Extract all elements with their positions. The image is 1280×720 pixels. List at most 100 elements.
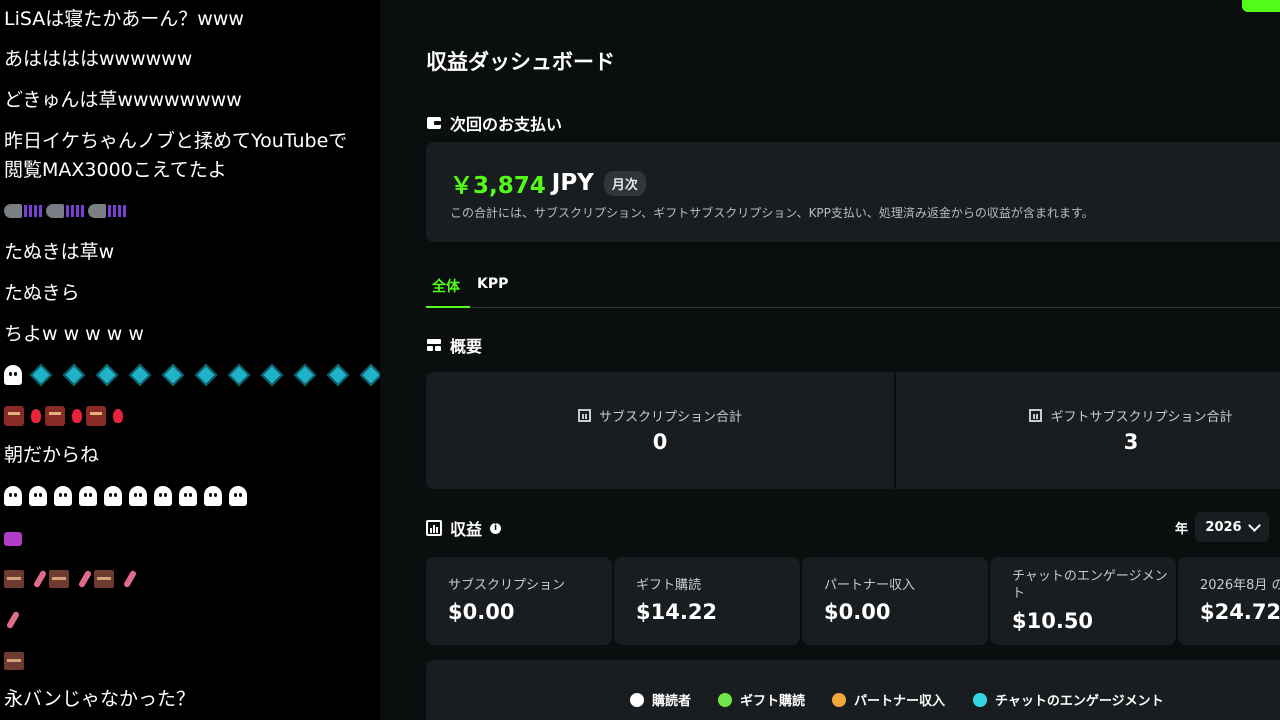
legend-item-gift[interactable]: ギフト購読 (718, 690, 805, 709)
revenue-cell-gift: ギフト購読 $14.22 (614, 557, 800, 645)
revenue-heading-label: 収益 (450, 520, 483, 539)
next-payout-heading-label: 次回のお支払い (450, 115, 563, 134)
legend-label: チャットのエンゲージメント (995, 694, 1164, 709)
bar-chart-icon (426, 520, 442, 536)
ghost-emote-icon (154, 486, 172, 506)
diamond-emote-icon (260, 363, 284, 387)
ghost-emote-icon (54, 486, 72, 506)
legend-item-partner[interactable]: パートナー収入 (832, 690, 945, 709)
chat-emote-row (4, 532, 29, 546)
ghost-emote-icon (79, 486, 97, 506)
chat-emote-row (4, 406, 127, 426)
overview-heading-label: 概要 (450, 337, 483, 356)
active-tab-indicator (426, 306, 470, 308)
diamond-emote-icon (293, 363, 317, 387)
info-icon[interactable]: i (490, 522, 502, 534)
diamond-emote-icon (227, 363, 251, 387)
face-emote-icon (4, 570, 24, 588)
ghost-emote-icon (4, 486, 22, 506)
tab-kpp[interactable]: KPP (477, 276, 508, 302)
pink-emote-icon (4, 532, 22, 546)
next-payout-heading: 次回のお支払い (426, 111, 562, 135)
year-label: 年 (1175, 522, 1189, 537)
legend-item-chat-engagement[interactable]: チャットのエンゲージメント (973, 690, 1164, 709)
chat-pane: LiSAは寝たかあーん？www あははははwwwwww どきゅんは草wwwwww… (0, 0, 380, 720)
stick-emote-icon (32, 569, 48, 589)
legend-dot (630, 692, 644, 707)
gift-subscription-total-label: ギフトサブスクリプション合計 (1050, 410, 1233, 425)
year-select-value: 2026 (1205, 519, 1242, 535)
flame-emote-icon (31, 409, 41, 423)
legend-dot (973, 692, 987, 707)
ghost-emote-icon (129, 486, 147, 506)
stick-emote-icon (5, 610, 21, 630)
chat-emote-row (4, 569, 139, 589)
ghost-emote-icon (229, 486, 247, 506)
legend-label: ギフト購読 (740, 694, 806, 709)
gift-subscription-total-value: 3 (1123, 430, 1139, 454)
diamond-emote-icon (95, 363, 119, 387)
revenue-cell-label: サブスクリプション (448, 578, 566, 593)
subscription-total-value: 0 (652, 430, 668, 454)
chat-message: 昨日イケちゃんノブと揉めてYouTubeで (4, 130, 348, 152)
chat-emote-row (4, 204, 130, 218)
face-emote-icon (49, 570, 69, 588)
chat-emote-row (4, 363, 380, 387)
chat-message: 永バンじゃなかった？ (4, 688, 195, 710)
ghost-emote-icon (104, 486, 122, 506)
revenue-cell-partner: パートナー収入 $0.00 (802, 557, 988, 645)
revenue-cell-label: ギフト購読 (636, 578, 702, 593)
legend-item-subscribers[interactable]: 購読者 (630, 690, 691, 709)
revenue-cell-label: 2026年8月 の (1200, 578, 1280, 593)
payout-currency: JPY (551, 170, 594, 196)
page-title: 収益ダッシュボード (426, 50, 615, 74)
chat-message: あははははwwwwww (4, 48, 193, 70)
ghost-emote-icon (4, 365, 22, 385)
revenue-cell-value: $24.72 (1200, 600, 1280, 624)
revenue-cell-label-cont: ト (1012, 586, 1026, 601)
diamond-emote-icon (359, 363, 380, 387)
chevron-down-icon (1247, 518, 1261, 532)
wallet-icon (426, 115, 442, 131)
diamond-emote-icon (62, 363, 86, 387)
tab-divider (426, 307, 1280, 308)
overview-heading: 概要 (426, 333, 482, 357)
chat-message: たぬきは草w (4, 241, 115, 263)
year-select[interactable]: 2026 (1195, 512, 1269, 542)
chat-message: LiSAは寝たかあーん？www (4, 8, 244, 30)
frequency-badge: 月次 (603, 170, 646, 196)
chat-emote-row (4, 610, 22, 630)
diamond-emote-icon (326, 363, 350, 387)
revenue-summary-row: サブスクリプション $0.00 ギフト購読 $14.22 パートナー収入 $0.… (426, 557, 1280, 645)
revenue-cell-value: $0.00 (824, 600, 891, 624)
diamond-emote-icon (161, 363, 185, 387)
ghost-emote-icon (179, 486, 197, 506)
chat-emote-row (4, 652, 31, 670)
cannon-emote-icon (4, 204, 22, 218)
gift-subscription-total-card: ギフトサブスクリプション合計 3 (896, 372, 1280, 489)
cannon-emote-icon (46, 204, 64, 218)
chat-message: ちよw w w w w (4, 323, 144, 345)
face-emote-icon (86, 406, 106, 426)
ghost-emote-icon (204, 486, 222, 506)
diamond-emote-icon (29, 363, 53, 387)
face-emote-icon (4, 652, 24, 670)
cannon-emote-icon (88, 204, 106, 218)
revenue-cell-month-total: 2026年8月 の $24.72 (1178, 557, 1280, 645)
legend-dot (718, 692, 732, 707)
flame-emote-icon (113, 409, 123, 423)
tab-all[interactable]: 全体 (432, 276, 460, 306)
face-emote-icon (4, 406, 24, 426)
revenue-cell-chat-engagement: チャットのエンゲージメン ト $10.50 (990, 557, 1176, 645)
revenue-dashboard: 収益ダッシュボード 次回のお支払い ￥3,874 JPY 月次 この合計には、サ… (380, 0, 1280, 720)
diamond-emote-icon (128, 363, 152, 387)
revenue-cell-subscription: サブスクリプション $0.00 (426, 557, 612, 645)
stick-emote-icon (122, 569, 138, 589)
revenue-heading: 収益 i (426, 516, 502, 540)
legend-label: パートナー収入 (854, 694, 946, 709)
face-emote-icon (45, 406, 65, 426)
equalizer-emote-icon (108, 205, 128, 217)
payout-description: この合計には、サブスクリプション、ギフトサブスクリプション、KPP支払い、処理済… (450, 206, 1094, 220)
next-payout-card: ￥3,874 JPY 月次 この合計には、サブスクリプション、ギフトサブスクリプ… (426, 142, 1280, 242)
corner-button[interactable] (1242, 0, 1280, 12)
